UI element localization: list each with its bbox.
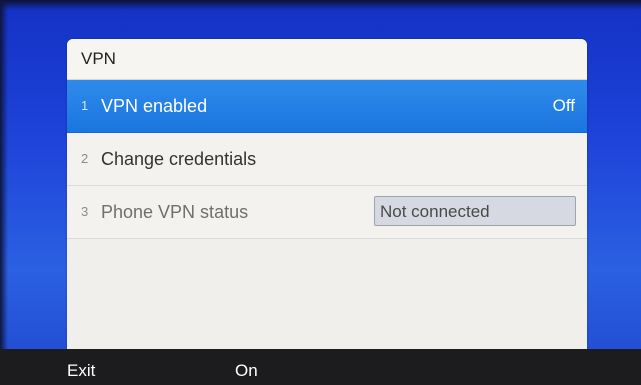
bezel-edge-top [0,0,641,10]
menu-item-phone-vpn-status: 3 Phone VPN status Not connected [67,186,587,239]
menu-item-label: VPN enabled [101,96,208,116]
menu-item-vpn-enabled[interactable]: 1 VPN enabled Off [67,80,587,133]
phone-screen: VPN 1 VPN enabled Off 2 Change credentia… [0,0,641,385]
vpn-status-field: Not connected [374,196,576,226]
bezel-edge-left [0,0,8,385]
on-softkey[interactable]: On [235,349,258,385]
panel-title: VPN [67,39,587,80]
softkey-bar: Exit On [0,349,641,385]
vpn-panel: VPN 1 VPN enabled Off 2 Change credentia… [67,39,587,349]
vpn-enabled-value: Off [552,96,575,115]
panel-empty-area [67,239,587,349]
menu-item-label: Phone VPN status [101,202,249,222]
menu-item-number: 2 [81,151,89,166]
menu-item-number: 3 [81,204,89,219]
menu-item-label: Change credentials [101,149,257,169]
menu-item-number: 1 [81,98,89,113]
menu-item-change-credentials[interactable]: 2 Change credentials [67,133,587,186]
exit-softkey[interactable]: Exit [67,349,95,385]
